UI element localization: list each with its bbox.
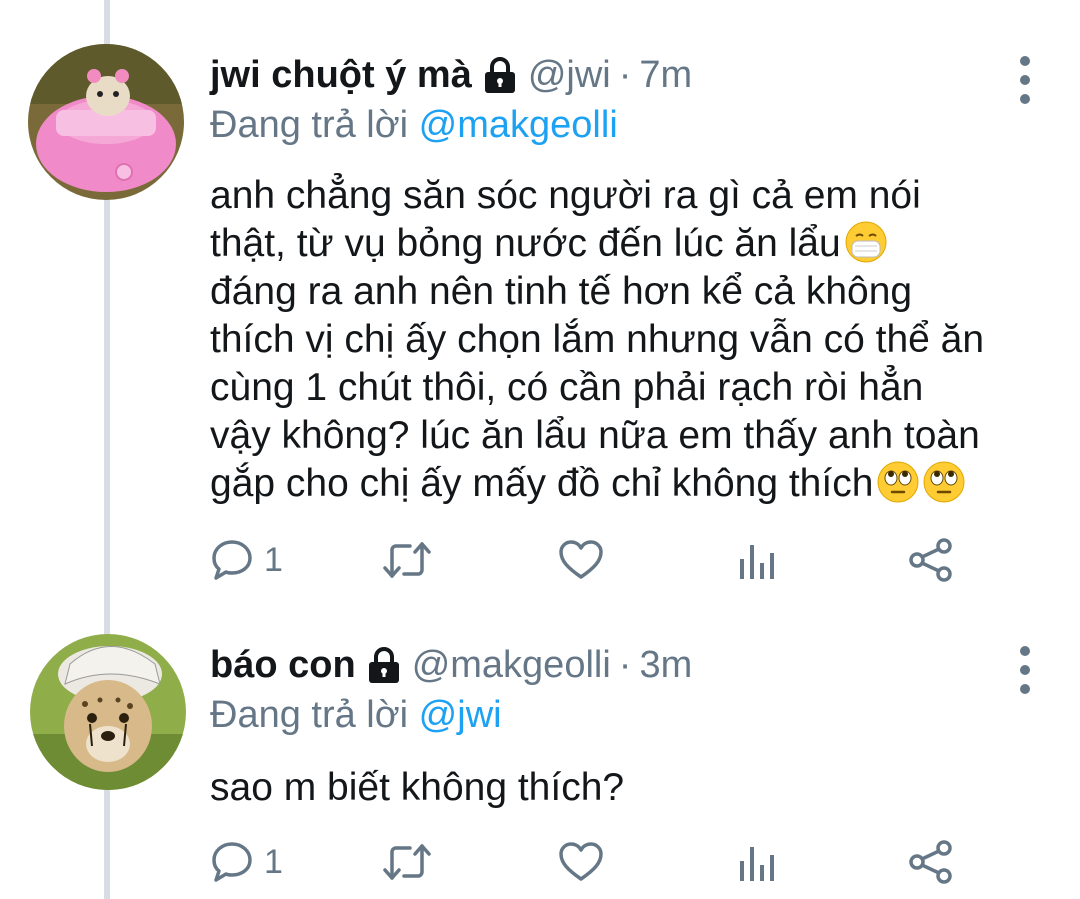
reply-button[interactable]: 1 bbox=[210, 840, 283, 884]
face-with-medical-mask-icon bbox=[845, 221, 887, 263]
handle[interactable]: @makgeolli bbox=[412, 640, 611, 690]
tweet[interactable]: jwi chuột ý mà @jwi · 7m Đang trả lời @m… bbox=[0, 0, 1080, 610]
like-icon bbox=[559, 842, 603, 881]
tweet-text-line: cùng 1 chút thôi, có cần phải rạch ròi h… bbox=[210, 366, 924, 409]
tweet-actions: 1 bbox=[210, 530, 970, 590]
stats-icon bbox=[740, 545, 774, 579]
more-options-button[interactable] bbox=[1010, 50, 1040, 110]
replying-to: Đang trả lời @jwi bbox=[210, 690, 1050, 740]
tweet-text-line: gắp cho chị ấy mấy đồ chỉ không thích bbox=[210, 460, 1050, 508]
share-icon bbox=[909, 840, 952, 884]
face-with-rolling-eyes-icon bbox=[877, 461, 919, 503]
tweet[interactable]: báo con @makgeolli · 3m Đang trả lời @jw… bbox=[0, 610, 1080, 899]
tweet-text-line: vậy không? lúc ăn lẩu nữa em thấy anh to… bbox=[210, 414, 980, 457]
replying-to-label: Đang trả lời bbox=[210, 694, 409, 736]
retweet-icon bbox=[383, 542, 431, 578]
like-button[interactable] bbox=[558, 841, 604, 883]
reply-count: 1 bbox=[264, 540, 283, 579]
retweet-button[interactable] bbox=[382, 538, 432, 582]
tweet-text-line: anh chẳng săn sóc người ra gì cả em nói bbox=[210, 174, 921, 217]
share-button[interactable] bbox=[908, 537, 954, 583]
display-name[interactable]: jwi chuột ý mà bbox=[210, 50, 472, 100]
lock-icon bbox=[366, 646, 402, 684]
lock-icon bbox=[482, 56, 518, 94]
avatar[interactable] bbox=[30, 634, 186, 790]
separator-dot: · bbox=[618, 54, 632, 96]
tweet-text: anh chẳng săn sóc người ra gì cả em nói … bbox=[210, 172, 1050, 508]
replying-to-label: Đang trả lời bbox=[210, 104, 409, 146]
tweet-text-line: đáng ra anh nên tinh tế hơn kể cả không bbox=[210, 270, 913, 313]
handle[interactable]: @jwi bbox=[528, 50, 611, 100]
tweet-text-line: thật, từ vụ bỏng nước đến lúc ăn lẩu bbox=[210, 220, 1050, 268]
mention-link[interactable]: @jwi bbox=[419, 694, 502, 736]
reply-button[interactable]: 1 bbox=[210, 538, 283, 582]
tweet-text-line: sao m biết không thích? bbox=[210, 766, 625, 809]
like-icon bbox=[559, 540, 603, 579]
more-icon bbox=[1020, 56, 1030, 66]
reply-count: 1 bbox=[264, 842, 283, 881]
face-with-rolling-eyes-icon bbox=[923, 461, 965, 503]
mention-link[interactable]: @makgeolli bbox=[419, 104, 618, 146]
share-button[interactable] bbox=[908, 839, 954, 885]
reply-icon bbox=[212, 540, 252, 580]
avatar[interactable] bbox=[28, 44, 184, 200]
tweet-header: báo con @makgeolli · 3m bbox=[210, 640, 1050, 690]
tweet-header: jwi chuột ý mà @jwi · 7m bbox=[210, 50, 1050, 100]
separator-dot: · bbox=[618, 644, 632, 686]
timestamp[interactable]: 3m bbox=[639, 640, 692, 690]
share-icon bbox=[909, 538, 952, 582]
timestamp[interactable]: 7m bbox=[639, 50, 692, 100]
stats-icon bbox=[740, 847, 774, 881]
more-icon bbox=[1020, 646, 1030, 656]
replying-to: Đang trả lời @makgeolli bbox=[210, 100, 1050, 150]
tweet-text-line: thích vị chị ấy chọn lắm nhưng vẫn có th… bbox=[210, 318, 985, 361]
display-name[interactable]: báo con bbox=[210, 640, 356, 690]
retweet-icon bbox=[383, 844, 431, 880]
reply-icon bbox=[212, 842, 252, 882]
tweet-actions: 1 bbox=[210, 832, 970, 892]
stats-button[interactable] bbox=[738, 841, 778, 883]
stats-button[interactable] bbox=[738, 539, 778, 581]
tweet-text: sao m biết không thích? bbox=[210, 764, 1050, 812]
retweet-button[interactable] bbox=[382, 840, 432, 884]
more-options-button[interactable] bbox=[1010, 640, 1040, 700]
like-button[interactable] bbox=[558, 539, 604, 581]
